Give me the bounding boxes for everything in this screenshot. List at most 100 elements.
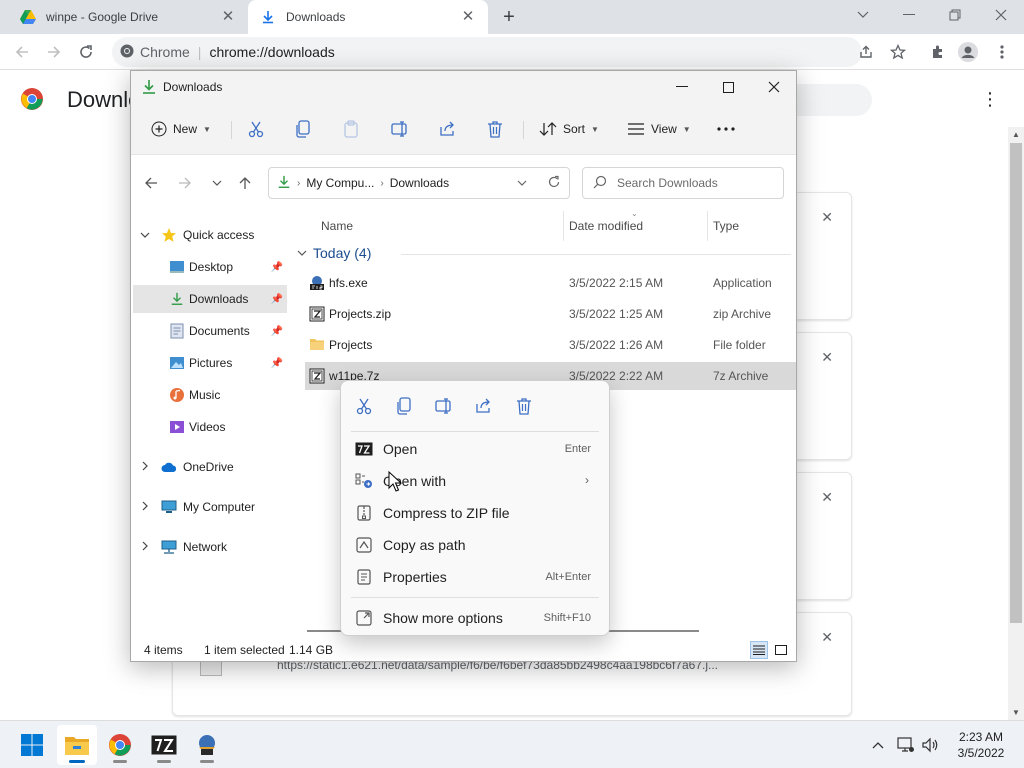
chevron-down-icon[interactable] bbox=[139, 230, 151, 241]
close-icon[interactable]: ✕ bbox=[821, 489, 833, 506]
close-window-button[interactable] bbox=[751, 71, 797, 103]
context-cut-button[interactable] bbox=[353, 395, 375, 417]
chevron-down-icon[interactable] bbox=[517, 178, 527, 189]
chrome-menu-icon[interactable] bbox=[992, 42, 1012, 62]
volume-button[interactable] bbox=[920, 735, 940, 755]
back-button[interactable] bbox=[139, 171, 163, 195]
breadcrumb-my-computer[interactable]: My Compu... bbox=[306, 176, 374, 190]
more-options-icon[interactable]: ⋮ bbox=[981, 89, 999, 109]
clock-date: 3/5/2022 bbox=[957, 746, 1005, 760]
restore-button[interactable] bbox=[932, 0, 978, 30]
menu-item-open-with[interactable]: Open with › bbox=[347, 466, 605, 496]
file-row-projects-zip[interactable]: Projects.zip 3/5/2022 1:25 AM zip Archiv… bbox=[305, 300, 796, 328]
taskbar-file-explorer[interactable] bbox=[57, 725, 97, 765]
column-divider[interactable] bbox=[563, 211, 564, 241]
taskbar-7zip[interactable] bbox=[144, 725, 184, 765]
tray-overflow-button[interactable] bbox=[868, 735, 888, 755]
close-icon[interactable]: ✕ bbox=[460, 9, 476, 25]
share-icon[interactable] bbox=[856, 42, 876, 62]
pin-icon[interactable]: 📌 bbox=[271, 294, 283, 305]
close-window-button[interactable] bbox=[978, 0, 1024, 30]
reload-button[interactable] bbox=[74, 40, 98, 64]
sidebar-item-quick-access[interactable]: Quick access bbox=[133, 221, 287, 249]
context-copy-button[interactable] bbox=[393, 395, 415, 417]
chevron-right-icon[interactable] bbox=[139, 501, 151, 514]
share-button[interactable] bbox=[439, 115, 457, 143]
menu-item-properties[interactable]: Properties Alt+Enter bbox=[347, 562, 605, 592]
tab-search-button[interactable] bbox=[840, 0, 886, 30]
context-share-button[interactable] bbox=[473, 395, 495, 417]
delete-button[interactable] bbox=[487, 115, 503, 143]
new-button[interactable]: New ▼ bbox=[151, 115, 211, 143]
sidebar-item-downloads[interactable]: Downloads 📌 bbox=[133, 285, 287, 313]
minimize-button[interactable] bbox=[886, 0, 932, 30]
forward-button[interactable] bbox=[42, 40, 66, 64]
pin-icon[interactable]: 📌 bbox=[271, 326, 283, 337]
recent-locations-button[interactable] bbox=[205, 171, 229, 195]
refresh-icon[interactable] bbox=[547, 175, 561, 192]
sidebar-item-my-computer[interactable]: My Computer bbox=[133, 493, 287, 521]
group-header-today[interactable]: Today (4) bbox=[297, 245, 791, 261]
context-delete-button[interactable] bbox=[513, 395, 535, 417]
menu-item-copy-as-path[interactable]: Copy as path bbox=[347, 530, 605, 560]
network-status-button[interactable] bbox=[896, 735, 916, 755]
column-divider[interactable] bbox=[707, 211, 708, 241]
close-icon[interactable]: ✕ bbox=[821, 349, 833, 366]
column-header-name[interactable]: Name bbox=[321, 211, 353, 241]
search-input[interactable]: Search Downloads bbox=[582, 167, 784, 199]
sidebar-item-pictures[interactable]: Pictures 📌 bbox=[133, 349, 287, 377]
address-bar[interactable]: › My Compu... › Downloads bbox=[268, 167, 570, 199]
details-view-button[interactable] bbox=[750, 641, 768, 659]
sort-button[interactable]: Sort ▼ bbox=[539, 115, 599, 143]
address-bar[interactable]: Chrome | chrome://downloads bbox=[112, 37, 862, 67]
chevron-right-icon[interactable] bbox=[139, 541, 151, 554]
maximize-button[interactable] bbox=[705, 71, 751, 103]
copy-button[interactable] bbox=[295, 115, 311, 143]
paste-button[interactable] bbox=[343, 115, 359, 143]
bookmark-star-icon[interactable] bbox=[888, 42, 908, 62]
taskbar-app[interactable] bbox=[187, 725, 227, 765]
sidebar-item-documents[interactable]: Documents 📌 bbox=[133, 317, 287, 345]
start-button[interactable] bbox=[12, 725, 52, 765]
scroll-down-icon[interactable]: ▼ bbox=[1012, 708, 1020, 717]
system-clock[interactable]: 2:23 AM 3/5/2022 bbox=[946, 729, 1016, 761]
tab-google-drive[interactable]: winpe - Google Drive ✕ bbox=[8, 0, 248, 34]
column-header-type[interactable]: Type bbox=[713, 211, 739, 241]
breadcrumb-downloads[interactable]: Downloads bbox=[390, 176, 449, 190]
sidebar-item-desktop[interactable]: Desktop 📌 bbox=[133, 253, 287, 281]
pin-icon[interactable]: 📌 bbox=[271, 262, 283, 273]
extensions-icon[interactable] bbox=[928, 42, 948, 62]
explorer-title-bar[interactable]: Downloads bbox=[131, 71, 796, 103]
menu-item-show-more-options[interactable]: Show more options Shift+F10 bbox=[347, 603, 605, 633]
sidebar-item-videos[interactable]: Videos bbox=[133, 413, 287, 441]
forward-button[interactable] bbox=[173, 171, 197, 195]
pin-icon[interactable]: 📌 bbox=[271, 358, 283, 369]
cut-button[interactable] bbox=[247, 115, 265, 143]
see-more-button[interactable] bbox=[717, 115, 735, 143]
scroll-up-icon[interactable]: ▲ bbox=[1012, 130, 1020, 139]
close-icon[interactable]: ✕ bbox=[821, 629, 833, 646]
sidebar-item-onedrive[interactable]: OneDrive bbox=[133, 453, 287, 481]
scrollbar-thumb[interactable] bbox=[1010, 143, 1022, 623]
tab-downloads[interactable]: Downloads ✕ bbox=[248, 0, 488, 34]
page-scrollbar[interactable]: ▲ ▼ bbox=[1008, 127, 1024, 720]
file-row-hfs-exe[interactable]: hfs.exe 3/5/2022 2:15 AM Application bbox=[305, 269, 796, 297]
close-icon[interactable]: ✕ bbox=[821, 209, 833, 226]
close-icon[interactable]: ✕ bbox=[220, 9, 236, 25]
tiles-view-button[interactable] bbox=[772, 641, 790, 659]
sidebar-item-network[interactable]: Network bbox=[133, 533, 287, 561]
new-tab-button[interactable]: + bbox=[498, 6, 520, 28]
view-button[interactable]: View ▼ bbox=[627, 115, 691, 143]
rename-button[interactable] bbox=[391, 115, 409, 143]
context-rename-button[interactable] bbox=[433, 395, 455, 417]
chevron-right-icon[interactable] bbox=[139, 461, 151, 474]
menu-item-open[interactable]: Open Enter bbox=[347, 434, 605, 464]
sidebar-item-music[interactable]: Music bbox=[133, 381, 287, 409]
file-row-projects-folder[interactable]: Projects 3/5/2022 1:26 AM File folder bbox=[305, 331, 796, 359]
profile-avatar-icon[interactable] bbox=[958, 42, 978, 62]
taskbar-chrome[interactable] bbox=[100, 725, 140, 765]
back-button[interactable] bbox=[10, 40, 34, 64]
minimize-button[interactable] bbox=[659, 71, 705, 103]
up-button[interactable] bbox=[233, 171, 257, 195]
menu-item-compress-zip[interactable]: Compress to ZIP file bbox=[347, 498, 605, 528]
